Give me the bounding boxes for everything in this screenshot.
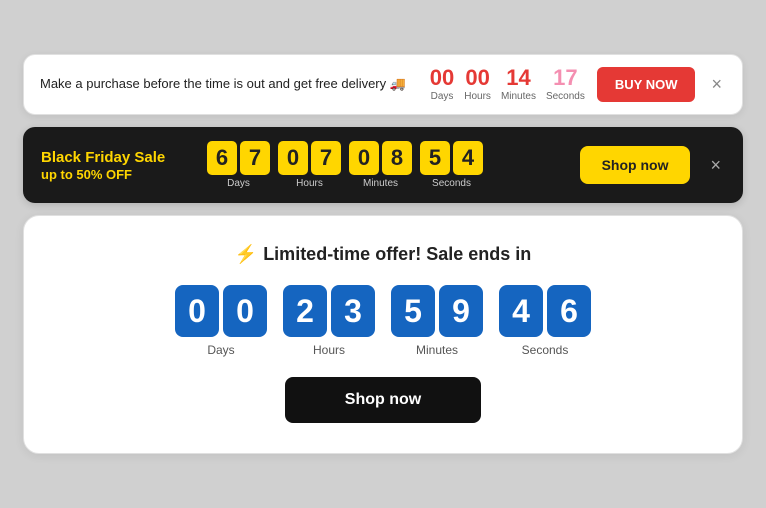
- bf-hours: 0 7 Hours: [278, 141, 341, 189]
- blue-days-d1: 0: [175, 285, 219, 337]
- bf-minutes-d1: 0: [349, 141, 379, 175]
- banner1-days: 00 Days: [430, 67, 454, 102]
- blue-countdown: 0 0 Days 2 3 Hours 5 9 Minutes 4 6 Secon…: [175, 285, 591, 357]
- bf-shop-button[interactable]: Shop now: [580, 146, 691, 184]
- bf-hours-digits: 0 7: [278, 141, 341, 175]
- banner1-minutes-value: 14: [506, 67, 530, 89]
- bf-seconds-d1: 5: [420, 141, 450, 175]
- blue-seconds: 4 6 Seconds: [499, 285, 591, 357]
- bf-close-button[interactable]: ×: [706, 151, 725, 180]
- bf-minutes-digits: 0 8: [349, 141, 412, 175]
- bf-hours-label: Hours: [296, 178, 323, 189]
- blue-minutes: 5 9 Minutes: [391, 285, 483, 357]
- bf-seconds: 5 4 Seconds: [420, 141, 483, 189]
- blue-days-digits: 0 0: [175, 285, 267, 337]
- bf-title: Black Friday Sale: [41, 148, 191, 168]
- blue-seconds-digits: 4 6: [499, 285, 591, 337]
- bf-hours-d1: 0: [278, 141, 308, 175]
- banner3-title: Limited-time offer! Sale ends in: [263, 244, 531, 265]
- blue-days-d2: 0: [223, 285, 267, 337]
- bf-minutes: 0 8 Minutes: [349, 141, 412, 189]
- bf-days-d2: 7: [240, 141, 270, 175]
- delivery-text: Make a purchase before the time is out a…: [40, 75, 418, 93]
- bf-title-block: Black Friday Sale up to 50% OFF: [41, 148, 191, 183]
- banner1-minutes-label: Minutes: [501, 91, 536, 102]
- banner1-hours-value: 00: [465, 67, 489, 89]
- bf-days-label: Days: [227, 178, 250, 189]
- blue-seconds-label: Seconds: [522, 343, 569, 357]
- banner1-minutes: 14 Minutes: [501, 67, 536, 102]
- bf-days-digits: 6 7: [207, 141, 270, 175]
- blue-hours-digits: 2 3: [283, 285, 375, 337]
- blue-hours: 2 3 Hours: [283, 285, 375, 357]
- blue-minutes-label: Minutes: [416, 343, 458, 357]
- banner1-close-button[interactable]: ×: [707, 70, 726, 99]
- bf-seconds-digits: 5 4: [420, 141, 483, 175]
- banner1-days-value: 00: [430, 67, 454, 89]
- banner1-days-label: Days: [431, 91, 454, 102]
- blue-seconds-d2: 6: [547, 285, 591, 337]
- blue-hours-d2: 3: [331, 285, 375, 337]
- banner1-seconds: 17 Seconds: [546, 67, 585, 102]
- blue-hours-label: Hours: [313, 343, 345, 357]
- blackfriday-banner: Black Friday Sale up to 50% OFF 6 7 Days…: [23, 127, 743, 203]
- banner3-title-row: ⚡ Limited-time offer! Sale ends in: [235, 244, 531, 265]
- bf-hours-d2: 7: [311, 141, 341, 175]
- bf-minutes-label: Minutes: [363, 178, 398, 189]
- blue-days-label: Days: [207, 343, 234, 357]
- lightning-icon: ⚡: [235, 244, 257, 265]
- bf-subtitle: up to 50% OFF: [41, 167, 191, 182]
- bf-days: 6 7 Days: [207, 141, 270, 189]
- banner1-hours: 00 Hours: [464, 67, 491, 102]
- blue-minutes-digits: 5 9: [391, 285, 483, 337]
- blue-days: 0 0 Days: [175, 285, 267, 357]
- blue-shop-button[interactable]: Shop now: [285, 377, 481, 423]
- buy-now-button[interactable]: BUY NOW: [597, 67, 696, 102]
- blue-minutes-d2: 9: [439, 285, 483, 337]
- delivery-banner: Make a purchase before the time is out a…: [23, 54, 743, 115]
- banner1-hours-label: Hours: [464, 91, 491, 102]
- bf-seconds-d2: 4: [453, 141, 483, 175]
- banner1-seconds-label: Seconds: [546, 91, 585, 102]
- bf-minutes-d2: 8: [382, 141, 412, 175]
- sale-banner: ⚡ Limited-time offer! Sale ends in 0 0 D…: [23, 215, 743, 454]
- banner1-countdown: 00 Days 00 Hours 14 Minutes 17 Seconds: [430, 67, 585, 102]
- bf-days-d1: 6: [207, 141, 237, 175]
- banner1-seconds-value: 17: [553, 67, 577, 89]
- blue-seconds-d1: 4: [499, 285, 543, 337]
- bf-countdown: 6 7 Days 0 7 Hours 0 8 Minutes 5 4 Secon…: [207, 141, 564, 189]
- bf-seconds-label: Seconds: [432, 178, 471, 189]
- blue-hours-d1: 2: [283, 285, 327, 337]
- blue-minutes-d1: 5: [391, 285, 435, 337]
